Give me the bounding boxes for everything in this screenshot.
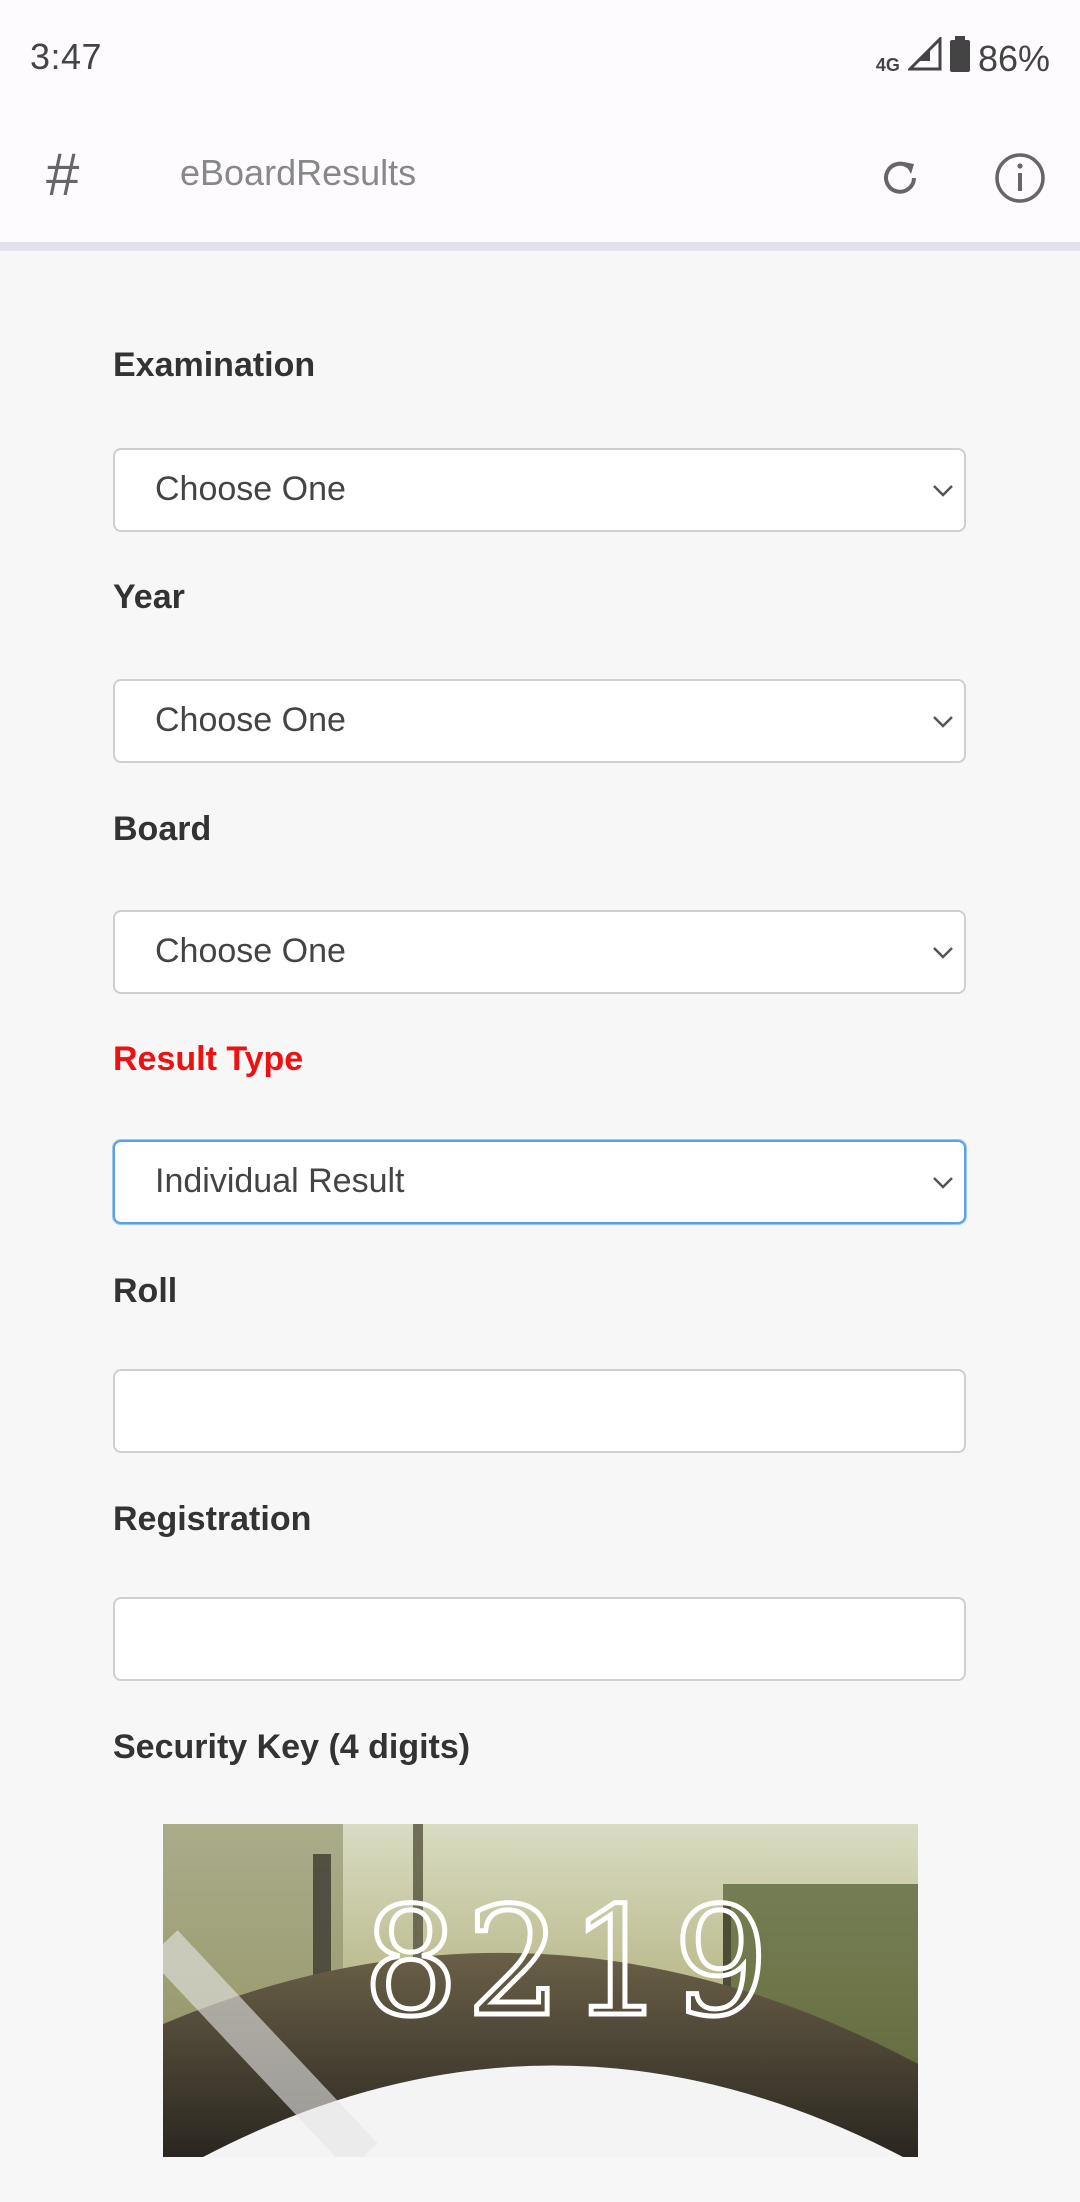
status-bar: 3:47 4G 86% bbox=[0, 0, 1080, 118]
status-time: 3:47 bbox=[30, 36, 103, 77]
roll-input[interactable] bbox=[113, 1369, 966, 1453]
captcha-image: 8219 bbox=[163, 1824, 918, 2157]
signal-icon bbox=[906, 35, 942, 80]
info-icon bbox=[993, 151, 1047, 210]
result-type-select[interactable]: Individual Result bbox=[113, 1140, 966, 1224]
registration-input[interactable] bbox=[113, 1597, 966, 1681]
result-type-select-value: Individual Result bbox=[155, 1162, 405, 1200]
security-key-label: Security Key (4 digits) bbox=[113, 1728, 471, 1766]
battery-percent: 86% bbox=[977, 37, 1050, 79]
board-label: Board bbox=[113, 810, 212, 848]
app-title: eBoardResults bbox=[180, 152, 417, 193]
battery-icon bbox=[949, 36, 970, 81]
result-type-label: Result Type bbox=[113, 1040, 304, 1078]
app-bar: # eBoardResults bbox=[0, 118, 1080, 251]
examination-select[interactable]: Choose One bbox=[113, 448, 966, 532]
board-select[interactable]: Choose One bbox=[113, 910, 966, 994]
refresh-button[interactable] bbox=[860, 140, 940, 220]
year-label: Year bbox=[113, 578, 185, 616]
refresh-icon bbox=[876, 154, 924, 207]
captcha-text: 8219 bbox=[363, 1876, 777, 2050]
examination-select-value: Choose One bbox=[155, 470, 346, 508]
menu-hash-icon[interactable]: # bbox=[46, 140, 79, 209]
roll-label: Roll bbox=[113, 1272, 178, 1310]
chevron-down-icon bbox=[930, 940, 956, 966]
registration-label: Registration bbox=[113, 1500, 312, 1538]
year-select[interactable]: Choose One bbox=[113, 679, 966, 763]
network-type-label: 4G bbox=[875, 55, 900, 75]
chevron-down-icon bbox=[930, 478, 956, 504]
board-select-value: Choose One bbox=[155, 932, 346, 970]
chevron-down-icon bbox=[930, 1170, 956, 1196]
examination-label: Examination bbox=[113, 346, 316, 384]
year-select-value: Choose One bbox=[155, 701, 346, 739]
info-button[interactable] bbox=[980, 140, 1060, 220]
status-right: 4G 86% bbox=[875, 35, 1050, 81]
chevron-down-icon bbox=[930, 709, 956, 735]
